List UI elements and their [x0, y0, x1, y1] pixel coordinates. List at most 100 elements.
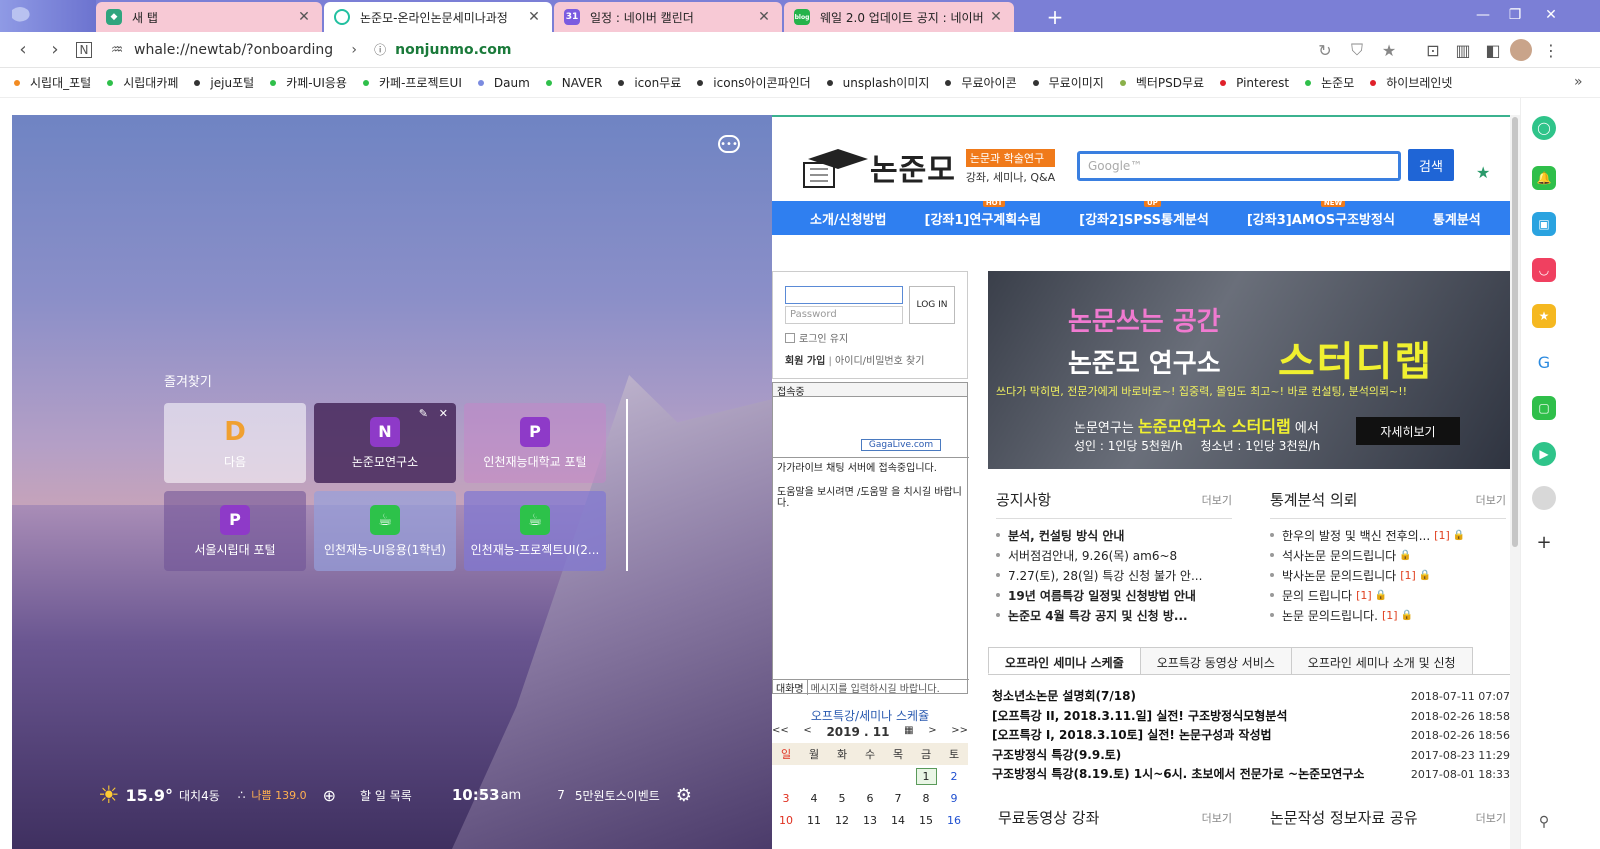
shield-icon[interactable]: ⛉: [1346, 39, 1368, 61]
calendar-date[interactable]: 5: [828, 787, 856, 809]
calendar-date[interactable]: 14: [884, 809, 912, 831]
chat-input[interactable]: 메시지를 입력하시길 바랍니다.: [808, 680, 943, 695]
keep-login-checkbox[interactable]: [785, 332, 795, 343]
calendar-prev-month[interactable]: <: [803, 725, 811, 739]
sidebar-bell-icon[interactable]: 🔔: [1532, 166, 1556, 190]
favorite-tile[interactable]: P 인천재능대학교 포털: [464, 403, 606, 483]
notice-item[interactable]: 분석, 컨설팅 방식 안내: [996, 525, 1232, 545]
sidebar-pocket-icon[interactable]: ◡: [1532, 258, 1556, 282]
schedule-row[interactable]: [오프특강 II, 2018.3.11.일] 실전! 구조방정식모형분석 2018…: [992, 707, 1510, 727]
sidebar-green-circle-icon[interactable]: ◯: [1532, 116, 1556, 140]
sidebar-toggle-icon[interactable]: ▥: [1452, 39, 1474, 61]
schedule-row[interactable]: [오프특강 I, 2018.3.10토] 실전! 논문구성과 작성법 2018-0…: [992, 726, 1510, 746]
calendar-title[interactable]: 오프특강/세미나 스케쥴: [772, 707, 968, 724]
banner-detail-button[interactable]: 자세히보기: [1356, 417, 1460, 445]
bookmark-item[interactable]: icon무료: [618, 74, 681, 91]
notice-title[interactable]: 공지사항: [996, 489, 1051, 510]
calendar-date[interactable]: 15: [912, 809, 940, 831]
weather-location[interactable]: 대치4동: [179, 787, 220, 804]
tab-whale-blog[interactable]: blog 웨일 2.0 업데이트 공지 : 네이버 ✕: [784, 2, 1014, 32]
stats-item[interactable]: 박사논문 문의드립니다 [1] 🔒: [1270, 565, 1506, 585]
schedule-tab[interactable]: 오프라인 세미나 소개 및 신청: [1290, 647, 1473, 674]
calendar-date[interactable]: 13: [856, 809, 884, 831]
menu-icon[interactable]: ⋮: [1540, 39, 1562, 61]
stats-item[interactable]: 문의 드립니다 [1] 🔒: [1270, 585, 1506, 605]
location-target-icon[interactable]: ⊕: [323, 786, 336, 805]
chat-nickname-label[interactable]: 대화명: [773, 680, 808, 695]
notice-more-link[interactable]: 더보기: [1202, 492, 1232, 508]
calendar-date[interactable]: 2: [940, 765, 968, 787]
info-icon[interactable]: ⓘ: [369, 39, 391, 61]
tab-close-icon[interactable]: ✕: [296, 9, 312, 25]
favorite-tile[interactable]: P 서울시립대 포털: [164, 491, 306, 571]
schedule-row[interactable]: 구조방정식 특강(8.19.토) 1시~6시. 초보에서 전문가로 ~논준모연구…: [992, 765, 1510, 785]
calendar-next-year[interactable]: >>: [951, 725, 968, 739]
page-scrollbar[interactable]: [1510, 115, 1520, 849]
free-video-more-link[interactable]: 더보기: [1202, 810, 1232, 826]
tab-calendar[interactable]: 31 일정 : 네이버 캘린더 ✕: [554, 2, 782, 32]
tab-close-icon[interactable]: ✕: [756, 9, 772, 25]
calendar-date[interactable]: 4: [800, 787, 828, 809]
new-tab-button[interactable]: +: [1042, 4, 1068, 30]
sidebar-add-icon[interactable]: +: [1532, 530, 1556, 554]
menu-item[interactable]: 통계분석: [1433, 209, 1481, 228]
schedule-tab[interactable]: 오프라인 세미나 스케줄: [988, 647, 1141, 674]
calendar-date[interactable]: 6: [856, 787, 884, 809]
sidebar-play-icon[interactable]: ▶: [1532, 442, 1556, 466]
bookmark-item[interactable]: icons아이콘파인더: [697, 74, 811, 91]
gear-icon[interactable]: ⚙: [676, 785, 692, 806]
bookmark-item[interactable]: 하이브레인넷: [1370, 74, 1452, 91]
stats-item[interactable]: 논문 문의드립니다. [1] 🔒: [1270, 605, 1506, 625]
sidebar-archive-icon[interactable]: ▣: [1532, 212, 1556, 236]
schedule-row[interactable]: 청소년소논문 설명회(7/18) 2018-07-11 07:07: [992, 687, 1510, 707]
star-icon[interactable]: ★: [1378, 39, 1400, 61]
tab-close-icon[interactable]: ✕: [526, 9, 542, 25]
close-window-button[interactable]: ✕: [1536, 4, 1566, 26]
notice-item[interactable]: 논준모 4월 특강 공지 및 신청 방...: [996, 605, 1232, 625]
stats-item[interactable]: 석사논문 문의드립니다 🔒: [1270, 545, 1506, 565]
schedule-tab[interactable]: 오프특강 동영상 서비스: [1139, 647, 1292, 674]
notice-item[interactable]: 19년 여름특강 일정및 신청방법 안내: [996, 585, 1232, 605]
menu-item[interactable]: [강좌3]AMOS구조방정식 NEW: [1247, 201, 1395, 228]
calendar-grid-icon[interactable]: ▦: [904, 725, 913, 739]
bookmarks-overflow-icon[interactable]: »: [1574, 74, 1583, 90]
split-view-icon[interactable]: ◧: [1482, 39, 1504, 61]
restore-button[interactable]: ❐: [1500, 4, 1530, 26]
favorite-tile[interactable]: ☕ 인천재능-UI응용(1학년): [314, 491, 456, 571]
notice-item[interactable]: 7.27(토), 28(일) 특강 신청 불가 안...: [996, 565, 1232, 585]
calendar-date[interactable]: 12: [828, 809, 856, 831]
calendar-date[interactable]: 7: [884, 787, 912, 809]
tab-newtab[interactable]: ◆ 새 탭 ✕: [96, 2, 322, 32]
stats-item[interactable]: 한우의 발정 및 백신 전후의... [1] 🔒: [1270, 525, 1506, 545]
tab-close-icon[interactable]: ✕: [988, 9, 1004, 25]
remove-icon[interactable]: ✕: [439, 407, 448, 420]
menu-item[interactable]: 소개/신청방법: [810, 209, 887, 228]
back-icon[interactable]: ‹: [12, 39, 34, 61]
bookmark-item[interactable]: 시립대_포털: [14, 74, 91, 91]
site-domain[interactable]: nonjunmo.com: [395, 42, 511, 58]
minimize-button[interactable]: —: [1468, 4, 1498, 26]
calendar-date[interactable]: 11: [800, 809, 828, 831]
password-input[interactable]: Password: [785, 306, 903, 324]
capture-icon[interactable]: ⊡: [1422, 39, 1444, 61]
calendar-prev-year[interactable]: <<: [772, 725, 789, 739]
calendar-date[interactable]: 16: [940, 809, 968, 831]
menu-item[interactable]: [강좌1]연구계획수립 HOT: [925, 201, 1041, 228]
favorite-tile[interactable]: N 논준모연구소 ✎ ✕: [314, 403, 456, 483]
share-more-link[interactable]: 더보기: [1476, 810, 1506, 826]
sidebar-avatar-icon[interactable]: [1532, 486, 1556, 510]
gagalive-brand[interactable]: GagaLive.com: [861, 439, 941, 451]
bookmark-item[interactable]: 무료아이콘: [945, 74, 1017, 91]
bookmark-item[interactable]: Pinterest: [1220, 76, 1289, 90]
favorite-tile[interactable]: ☕ 인천재능-프로젝트UI(2...: [464, 491, 606, 571]
url-text[interactable]: whale://newtab/?onboarding: [134, 42, 333, 58]
reload-icon[interactable]: ↻: [1314, 39, 1336, 61]
bookmark-item[interactable]: 논준모: [1305, 74, 1354, 91]
login-button[interactable]: LOG IN: [909, 286, 955, 324]
chat-bubble-icon[interactable]: •••: [718, 135, 740, 153]
studylab-banner[interactable]: 논문쓰는 공간 논준모 연구소 스터디랩 쓰다가 막히면, 전문가에게 바로바로…: [988, 271, 1510, 469]
bookmark-item[interactable]: 무료이미지: [1032, 74, 1104, 91]
sidebar-pin-icon[interactable]: ⚲: [1532, 810, 1556, 834]
id-input[interactable]: [785, 286, 903, 304]
calendar-date[interactable]: 10: [772, 809, 800, 831]
